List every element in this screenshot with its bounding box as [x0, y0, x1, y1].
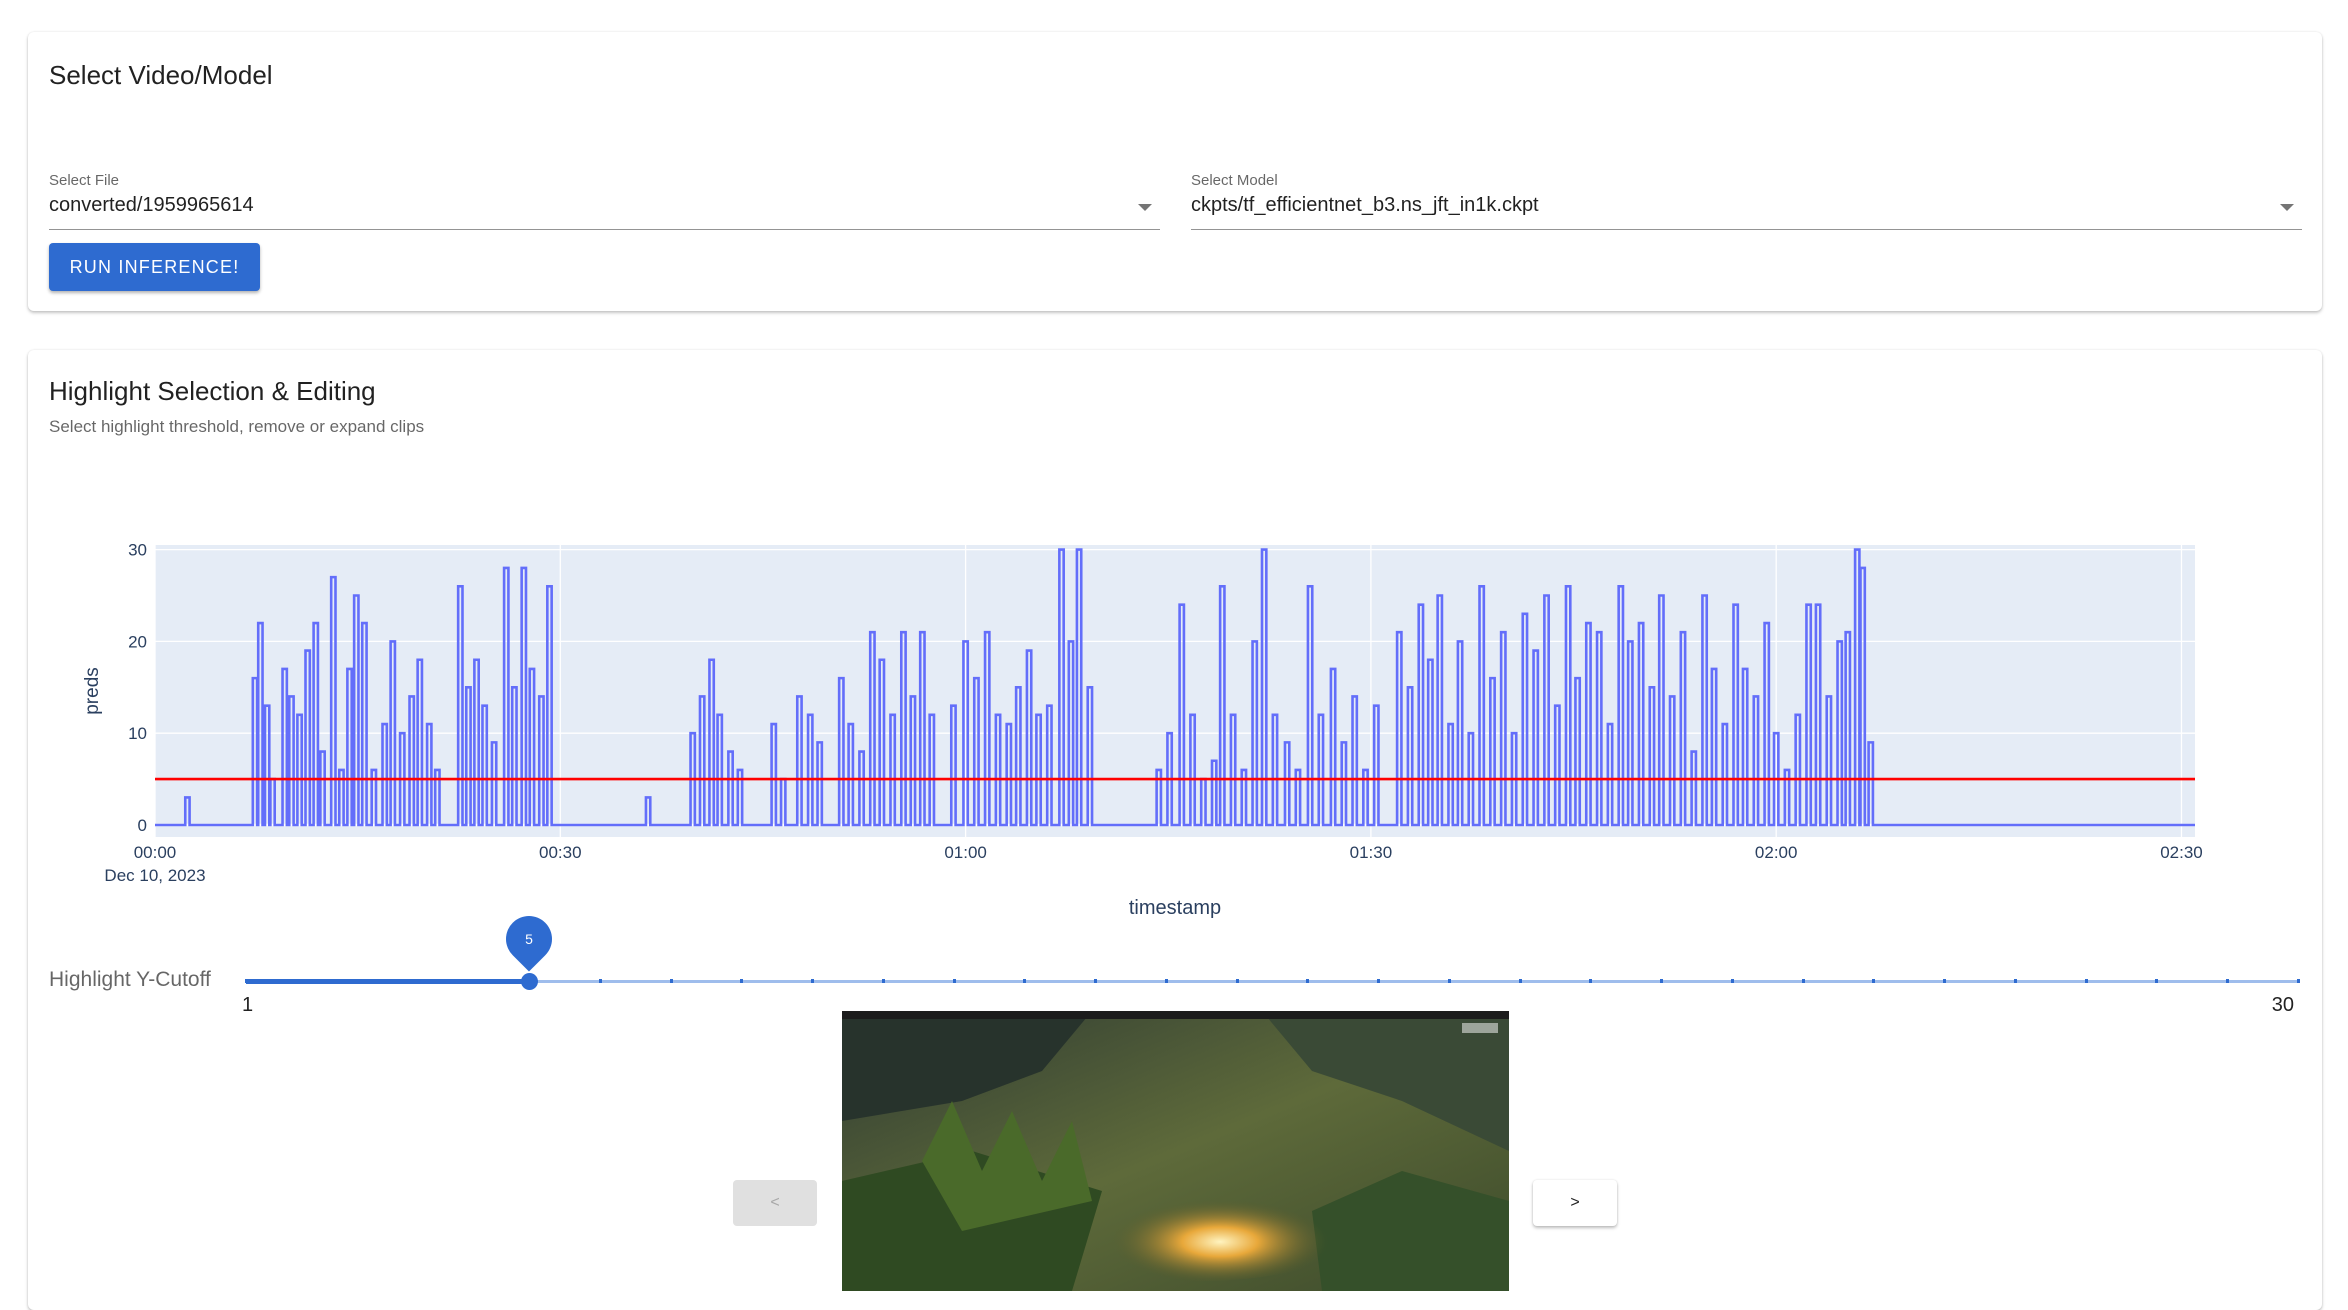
slider-tick-mark — [1023, 979, 1027, 983]
x-axis-title: timestamp — [1129, 897, 1221, 919]
slider-tick-mark — [386, 979, 390, 983]
slider-tick-mark — [2155, 979, 2159, 983]
plot-area[interactable] — [155, 545, 2195, 837]
slider-max-label: 30 — [2271, 994, 2294, 1016]
slider-tick-mark — [1094, 979, 1098, 983]
slider-tick-mark — [1235, 979, 1239, 983]
video-thumbnail — [842, 1011, 1509, 1291]
slider-tick-mark — [669, 979, 673, 983]
slider-thumb[interactable] — [521, 973, 539, 990]
slider-tick-mark — [1660, 979, 1664, 983]
prev-clip-button[interactable]: < — [733, 1180, 817, 1226]
slider-track[interactable] — [246, 980, 2298, 983]
slider-tick-mark — [1447, 979, 1451, 983]
model-select-underline — [1191, 229, 2302, 230]
slider-tick-mark — [1306, 979, 1310, 983]
x-tick-label: 02:00 — [1755, 843, 1798, 862]
slider-value-label: 5 — [525, 931, 533, 947]
next-clip-button[interactable]: > — [1533, 1180, 1617, 1226]
preds-chart[interactable]: 00:00 00:30 01:00 01:30 02:00 02:30 0 10 20 30 pr… — [28, 350, 2322, 930]
chevron-down-icon[interactable] — [2280, 204, 2294, 211]
y-axis-title: preds — [82, 667, 103, 715]
slider-tick-mark — [1730, 979, 1734, 983]
video-frame[interactable] — [842, 1011, 1509, 1291]
slider-tick-mark — [2297, 979, 2300, 983]
slider-tick-mark — [1518, 979, 1522, 983]
file-select-value[interactable]: converted/1959965614 — [49, 194, 254, 217]
slider-tick-mark — [1943, 979, 1947, 983]
slider-tick-mark — [457, 979, 461, 983]
slider-label: Highlight Y-Cutoff — [49, 968, 211, 991]
x-tick-label: 00:00 — [134, 843, 177, 862]
x-tick-label: 02:30 — [2160, 843, 2203, 862]
y-tick-label: 10 — [128, 724, 147, 743]
model-select-value[interactable]: ckpts/tf_efficientnet_b3.ns_jft_in1k.ckp… — [1191, 194, 1539, 217]
y-tick-label: 30 — [128, 541, 147, 560]
file-select-label: Select File — [49, 172, 120, 189]
slider-tick-mark — [245, 979, 248, 983]
slider-tick-mark — [1872, 979, 1876, 983]
x-tick-label: 00:30 — [539, 843, 582, 862]
slider-tick-mark — [1801, 979, 1805, 983]
file-select-underline — [49, 229, 1160, 230]
file-select[interactable]: Select File converted/1959965614 — [49, 140, 1160, 230]
y-tick-label: 20 — [128, 632, 147, 651]
slider-tick-mark — [598, 979, 602, 983]
x-tick-label: 01:30 — [1350, 843, 1393, 862]
model-select-label: Select Model — [1191, 172, 1278, 189]
x-tick-label: 01:00 — [944, 843, 987, 862]
y-tick-label: 0 — [138, 816, 147, 835]
slider-tick-mark — [952, 979, 956, 983]
slider-tick-mark — [1164, 979, 1168, 983]
slider-tick-mark — [2084, 979, 2088, 983]
highlight-editing-card: Highlight Selection & Editing Select hig… — [28, 350, 2322, 1310]
slider-tick-mark — [2226, 979, 2230, 983]
run-inference-button[interactable]: RUN INFERENCE! — [49, 243, 260, 291]
slider-tick-mark — [315, 979, 319, 983]
slider-tick-mark — [1377, 979, 1381, 983]
slider-tick-mark — [881, 979, 885, 983]
slider-tick-mark — [1589, 979, 1593, 983]
x-axis-date-label: Dec 10, 2023 — [104, 866, 205, 885]
slider-tick-mark — [811, 979, 815, 983]
select-video-model-card: Select Video/Model Select File converted… — [28, 32, 2322, 311]
model-select[interactable]: Select Model ckpts/tf_efficientnet_b3.ns… — [1191, 140, 2302, 230]
select-panel-title: Select Video/Model — [49, 60, 273, 90]
slider-tick-mark — [2013, 979, 2017, 983]
slider-min-label: 1 — [242, 994, 254, 1016]
slider-tick-mark — [740, 979, 744, 983]
chevron-down-icon[interactable] — [1138, 204, 1152, 211]
